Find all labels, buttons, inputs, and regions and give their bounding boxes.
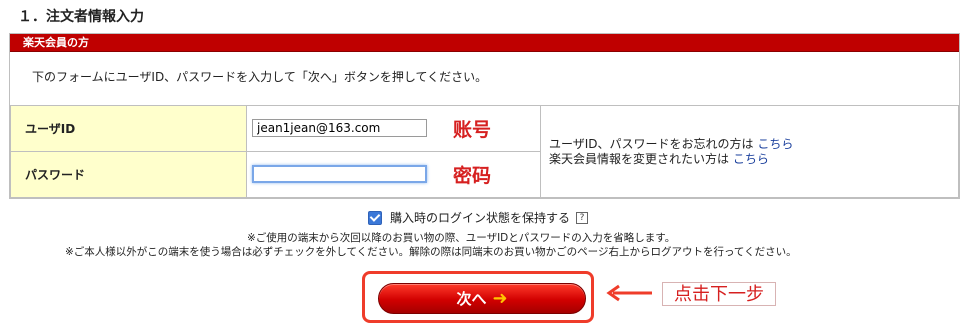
remember-login-checkbox[interactable]: [368, 210, 382, 225]
pointer-arrow-icon: [606, 284, 652, 302]
section-title: １．注文者情報入力: [18, 9, 144, 25]
password-cell: 密码: [246, 151, 541, 198]
help-cell: ユーザID、パスワードをお忘れの方は こちら 楽天会員情報を変更されたい方は こ…: [540, 105, 959, 198]
change-member-info-link[interactable]: こちら: [733, 152, 769, 166]
panel-header: 楽天会員の方: [10, 34, 959, 52]
change-member-info-line: 楽天会員情報を変更されたい方は こちら: [549, 152, 958, 167]
forgot-credentials-text: ユーザID、パスワードをお忘れの方は: [549, 136, 754, 151]
password-annotation: 密码: [453, 165, 492, 187]
instruction-text: 下のフォームにユーザID、パスワードを入力して「次へ」ボタンを押してください。: [32, 70, 488, 84]
note-line-2: ※ご本人様以外がこの端末を使う場合は必ずチェックを外してください。解除の際は同端…: [65, 246, 797, 258]
login-form-table: ユーザID 账号 ユーザID、パスワードをお忘れの方は こちら 楽天会員情報を変…: [10, 105, 959, 198]
help-icon[interactable]: ?: [576, 211, 589, 224]
forgot-credentials-line: ユーザID、パスワードをお忘れの方は こちら: [549, 137, 958, 152]
note-line-1: ※ご使用の端末から次回以降のお買い物の際、ユーザIDとパスワードの入力を省略しま…: [247, 232, 676, 244]
remember-login-row: 購入時のログイン状態を保持する ?: [368, 209, 589, 226]
password-input[interactable]: [252, 165, 427, 183]
remember-login-label[interactable]: 購入時のログイン状態を保持する: [390, 209, 570, 226]
user-id-label: ユーザID: [10, 105, 247, 152]
rakuten-member-panel: 楽天会員の方 下のフォームにユーザID、パスワードを入力して「次へ」ボタンを押し…: [9, 33, 960, 199]
forgot-credentials-link[interactable]: こちら: [757, 137, 793, 151]
next-button[interactable]: 次へ ➜: [378, 283, 586, 314]
password-label: パスワード: [10, 151, 247, 198]
arrow-right-icon: ➜: [492, 288, 508, 309]
change-member-info-text: 楽天会員情報を変更されたい方は: [549, 151, 730, 166]
callout-label: 点击下一步: [662, 282, 776, 306]
user-id-annotation: 账号: [453, 119, 492, 141]
next-button-label: 次へ: [456, 290, 487, 308]
user-id-cell: 账号: [246, 105, 541, 152]
user-id-input[interactable]: [252, 119, 427, 137]
